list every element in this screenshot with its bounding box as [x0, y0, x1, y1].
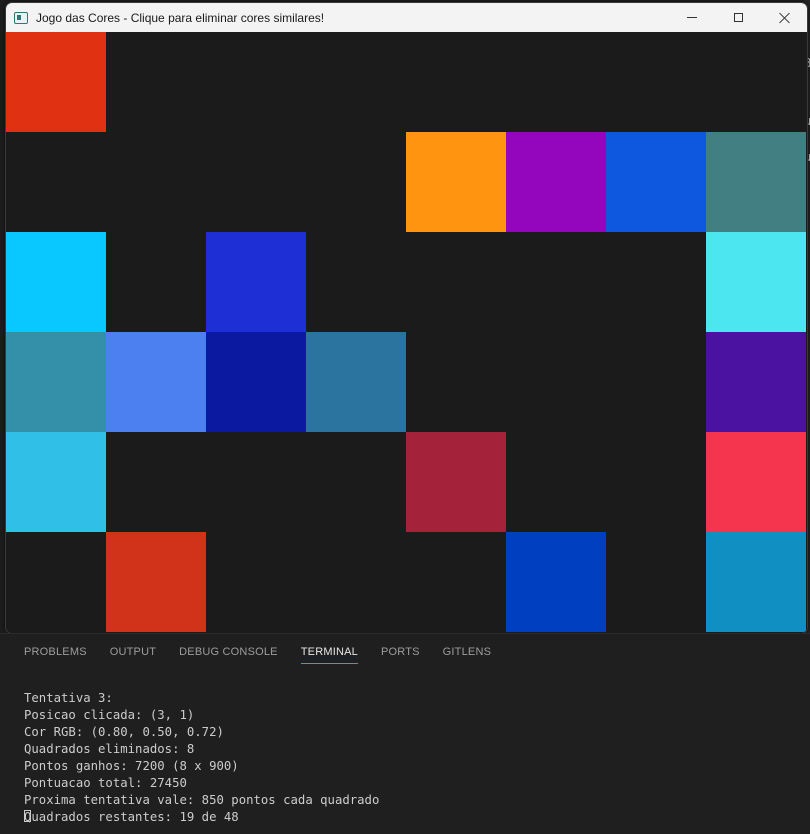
color-tile[interactable]	[506, 132, 606, 232]
window-app-icon	[14, 11, 28, 24]
tab-problems[interactable]: PROBLEMS	[24, 646, 87, 664]
terminal-line: Proxima tentativa vale: 850 pontos cada …	[24, 793, 380, 807]
color-tile[interactable]	[206, 332, 306, 432]
tab-gitlens[interactable]: GITLENS	[443, 646, 491, 664]
window-controls	[669, 3, 807, 32]
terminal-output[interactable]: Tentativa 3: Posicao clicada: (3, 1) Cor R…	[24, 690, 379, 826]
color-tile[interactable]	[106, 332, 206, 432]
color-tile[interactable]	[406, 432, 506, 532]
color-tile[interactable]	[6, 332, 106, 432]
color-tile[interactable]	[206, 232, 306, 332]
tab-terminal[interactable]: TERMINAL	[300, 646, 358, 664]
maximize-button[interactable]	[715, 3, 761, 32]
color-tile[interactable]	[406, 132, 506, 232]
terminal-line: Posicao clicada: (3, 1)	[24, 708, 195, 722]
terminal-line: Quadrados eliminados: 8	[24, 742, 195, 756]
color-board[interactable]	[6, 32, 807, 633]
color-tile[interactable]	[706, 232, 806, 332]
color-tile[interactable]	[306, 332, 406, 432]
color-tile[interactable]	[706, 132, 806, 232]
terminal-line: Cor RGB: (0.80, 0.50, 0.72)	[24, 725, 224, 739]
panel-tabs: PROBLEMS OUTPUT DEBUG CONSOLE TERMINAL PORTS…	[24, 646, 514, 664]
terminal-cursor	[24, 810, 31, 822]
tab-debug-console[interactable]: DEBUG CONSOLE	[179, 646, 278, 664]
color-tile[interactable]	[506, 532, 606, 632]
window-titlebar[interactable]: Jogo das Cores - Clique para eliminar co…	[6, 3, 807, 32]
color-tile[interactable]	[706, 432, 806, 532]
minimize-icon	[687, 17, 697, 18]
terminal-line: Pontuacao total: 27450	[24, 776, 187, 790]
tab-output[interactable]: OUTPUT	[110, 646, 156, 664]
bottom-panel: PROBLEMS OUTPUT DEBUG CONSOLE TERMINAL PORTS…	[0, 633, 810, 834]
game-window: Jogo das Cores - Clique para eliminar co…	[5, 2, 808, 634]
color-tile[interactable]	[706, 332, 806, 432]
terminal-line: Pontos ganhos: 7200 (8 x 900)	[24, 759, 239, 773]
color-tile[interactable]	[6, 232, 106, 332]
close-button[interactable]	[761, 3, 807, 32]
color-tile[interactable]	[6, 432, 106, 532]
minimize-button[interactable]	[669, 3, 715, 32]
color-tile[interactable]	[706, 532, 806, 632]
color-tile[interactable]	[106, 532, 206, 632]
close-icon	[778, 12, 790, 24]
maximize-icon	[733, 13, 743, 22]
color-tile[interactable]	[6, 32, 106, 132]
color-tile[interactable]	[606, 132, 706, 232]
terminal-line: Tentativa 3:	[24, 691, 113, 705]
window-title: Jogo das Cores - Clique para eliminar co…	[36, 10, 325, 25]
tab-ports[interactable]: PORTS	[381, 646, 420, 664]
terminal-line: Quadrados restantes: 19 de 48	[24, 810, 239, 824]
